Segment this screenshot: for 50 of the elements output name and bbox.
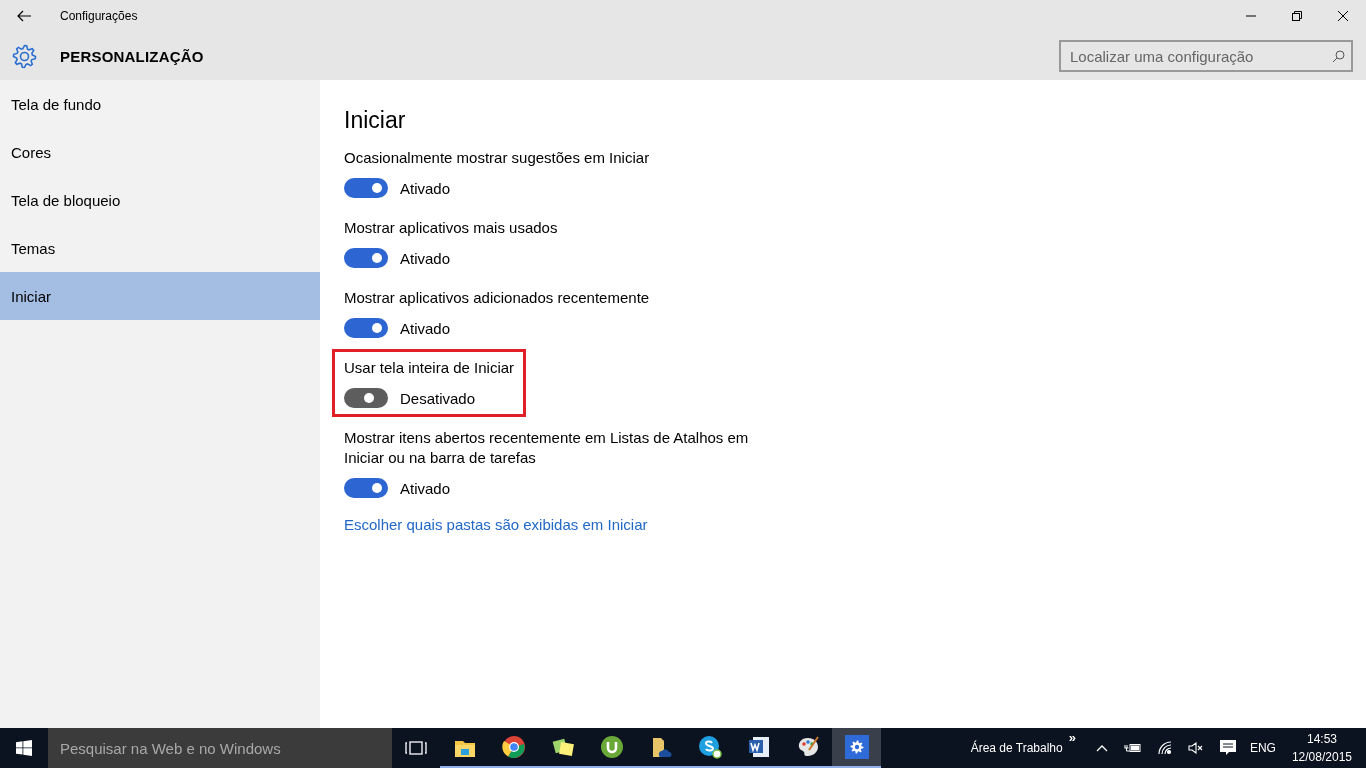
clock-date: 12/08/2015 — [1291, 749, 1352, 766]
toggle-switch[interactable] — [344, 178, 388, 198]
language-indicator[interactable]: ENG — [1249, 728, 1276, 768]
task-view-icon — [405, 741, 427, 755]
close-icon — [1338, 11, 1348, 21]
search-field[interactable]: Localizar uma configuração — [1059, 40, 1353, 72]
search-icon — [1332, 50, 1345, 63]
toggle-state-text: Ativado — [400, 249, 451, 267]
sidebar-item[interactable]: Temas — [0, 224, 320, 272]
horseshoe-circle-icon — [599, 735, 624, 759]
clock[interactable]: 14:53 12/08/2015 — [1291, 728, 1352, 768]
clock-time: 14:53 — [1306, 731, 1337, 748]
round-browser-icon — [501, 735, 526, 759]
battery-icon[interactable] — [1123, 742, 1142, 754]
toggle-state-text: Ativado — [400, 479, 451, 497]
setting-label: Usar tela inteira de Iniciar — [344, 358, 515, 378]
sidebar-item[interactable]: Tela de fundo — [0, 80, 320, 128]
document-icon — [746, 735, 771, 759]
toggle-state-text: Ativado — [400, 179, 451, 197]
taskbar-app-button[interactable] — [832, 728, 881, 768]
page-title: Iniciar — [344, 106, 406, 135]
toggle-state-text: Ativado — [400, 319, 451, 337]
toggle-switch[interactable] — [344, 318, 388, 338]
back-arrow-icon — [17, 10, 31, 22]
toggle-switch[interactable] — [344, 248, 388, 268]
windows-logo-icon — [16, 740, 32, 756]
section-title: PERSONALIZAÇÃO — [60, 47, 204, 65]
toolbar-more-button[interactable]: » — [1068, 730, 1076, 745]
setting-label: Mostrar aplicativos adicionados recentemente — [344, 288, 650, 308]
speaker-muted-icon[interactable] — [1187, 742, 1204, 754]
setting-label: Mostrar itens abertos recentemente em Listas de Atalhos em Iniciar ou na barra de tarefas — [344, 428, 750, 468]
gear-icon — [12, 43, 37, 69]
window-title: Configurações — [60, 9, 138, 23]
toggle-switch[interactable] — [344, 388, 388, 408]
chat-circle-icon — [697, 735, 722, 759]
sidebar-item[interactable]: Iniciar — [0, 272, 320, 320]
restore-icon — [1292, 11, 1302, 21]
wifi-icon[interactable] — [1157, 741, 1172, 755]
toggle-switch[interactable] — [344, 478, 388, 498]
toolbar-label[interactable]: Área de Trabalho — [970, 728, 1063, 768]
setting-label: Mostrar aplicativos mais usados — [344, 218, 558, 238]
caret-up-icon[interactable] — [1095, 744, 1108, 752]
sidebar-item[interactable]: Tela de bloqueio — [0, 176, 320, 224]
notification-icon[interactable] — [1219, 740, 1236, 756]
folders-link[interactable]: Escolher quais pastas são exibidas em Iniciar — [344, 516, 648, 533]
gear-icon — [844, 735, 869, 759]
sidebar-item[interactable]: Cores — [0, 128, 320, 176]
setting-label: Ocasionalmente mostrar sugestões em Iniciar — [344, 148, 650, 168]
taskbar-search-field[interactable]: Pesquisar na Web e no Windows — [48, 728, 392, 768]
toggle-state-text: Desativado — [400, 389, 476, 407]
